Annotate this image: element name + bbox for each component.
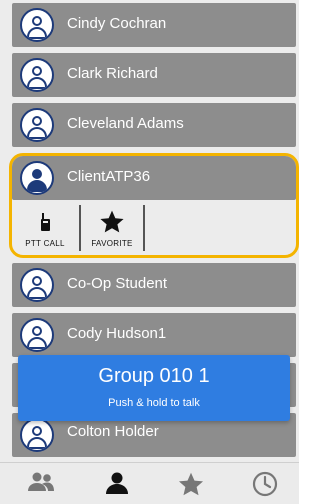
radio-icon (12, 209, 78, 235)
avatar-icon (20, 58, 54, 92)
contact-name: Cody Hudson1 (67, 325, 167, 342)
clock-icon (252, 471, 278, 497)
contact-row-clientatp36[interactable]: ClientATP36 (12, 156, 296, 200)
contact-name: Co-Op Student (67, 275, 168, 292)
contact-row-cleveland-adams[interactable]: Cleveland Adams (12, 103, 296, 147)
tab-favorites[interactable] (154, 463, 228, 504)
toast-subtitle: Push & hold to talk (108, 397, 200, 409)
avatar-icon (20, 418, 54, 452)
contacts-screen: Cindy Cochran Clark Richard Cleveland Ad… (0, 0, 299, 504)
contact-row-co-op-student[interactable]: Co-Op Student (12, 263, 296, 307)
avatar-icon (20, 8, 54, 42)
contact-icon (106, 472, 128, 494)
bottom-tab-bar (0, 462, 299, 504)
contact-name: ClientATP36 (67, 168, 151, 185)
favorite-button[interactable]: FAVORITE (82, 203, 142, 255)
contact-list[interactable]: Cindy Cochran Clark Richard Cleveland Ad… (0, 0, 299, 462)
avatar-icon (20, 108, 54, 142)
avatar-icon (20, 318, 54, 352)
contact-name: Cleveland Adams (67, 115, 184, 132)
ptt-call-label: PTT CALL (25, 239, 65, 248)
contact-row-cindy-cochran[interactable]: Cindy Cochran (12, 3, 296, 47)
contact-actions: PTT CALL FAVORITE (12, 203, 296, 255)
selected-contact-card: ClientATP36 PTT CALL FAVORITE (9, 153, 299, 258)
contact-row-cody-hudson1[interactable]: Cody Hudson1 (12, 313, 296, 357)
toast-title: Group 010 1 (98, 365, 210, 387)
groups-icon (28, 472, 54, 491)
avatar-icon (20, 268, 54, 302)
star-icon (178, 472, 204, 496)
action-divider (79, 205, 81, 251)
tab-contacts[interactable] (80, 463, 154, 504)
star-icon (82, 209, 142, 235)
contact-row-clark-richard[interactable]: Clark Richard (12, 53, 296, 97)
ptt-group-toast[interactable]: Group 010 1 Push & hold to talk (18, 355, 290, 421)
action-divider (143, 205, 145, 251)
contact-name: Clark Richard (67, 65, 158, 82)
tab-history[interactable] (228, 463, 302, 504)
favorite-label: FAVORITE (91, 239, 133, 248)
contact-name: Colton Holder (67, 423, 159, 440)
avatar-icon (20, 161, 54, 195)
tab-groups[interactable] (4, 463, 78, 504)
contact-name: Cindy Cochran (67, 15, 167, 32)
ptt-call-button[interactable]: PTT CALL (12, 203, 78, 255)
